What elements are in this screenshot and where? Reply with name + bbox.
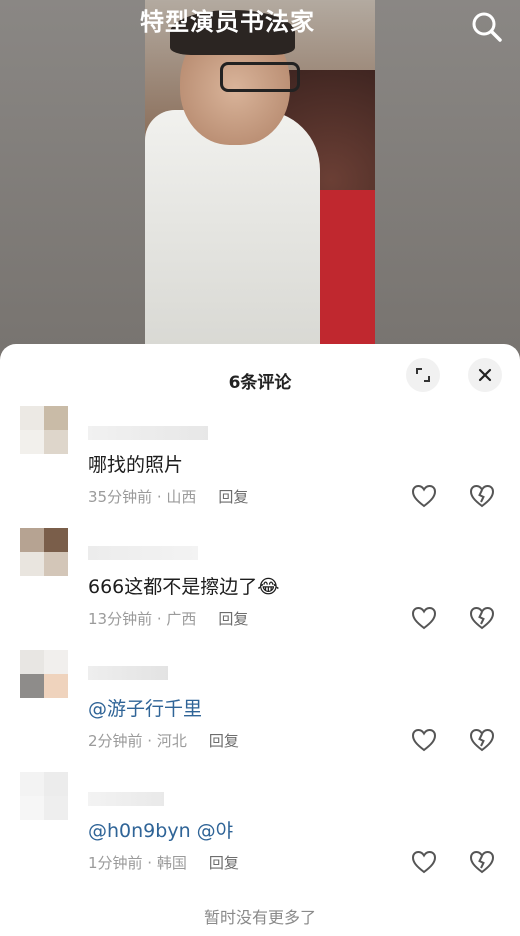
heart-icon xyxy=(411,606,437,630)
close-button[interactable] xyxy=(468,358,502,392)
username-blurred[interactable] xyxy=(88,666,168,680)
dislike-button[interactable] xyxy=(468,604,496,632)
glasses xyxy=(220,62,300,92)
avatar[interactable] xyxy=(20,772,68,820)
video-title-text: 特型演员书法家 xyxy=(140,8,315,36)
heart-icon xyxy=(411,484,437,508)
expand-icon xyxy=(416,368,430,382)
comment-count-title: 6条评论 xyxy=(228,373,292,393)
comment-item: @h0n9byn @야 1分钟前 · 韩国 回复 xyxy=(0,772,520,894)
search-icon[interactable] xyxy=(468,8,506,46)
like-button[interactable] xyxy=(410,604,438,632)
like-button[interactable] xyxy=(410,482,438,510)
reply-button[interactable]: 回复 xyxy=(209,732,239,750)
comment-item: 666这都不是擦边了😂 13分钟前 · 广西 回复 xyxy=(0,528,520,650)
like-button[interactable] xyxy=(410,848,438,876)
broken-heart-icon xyxy=(469,728,495,752)
close-icon xyxy=(478,368,492,382)
reply-button[interactable]: 回复 xyxy=(218,488,248,506)
like-button[interactable] xyxy=(410,726,438,754)
comment-text[interactable]: @h0n9byn @야 xyxy=(88,816,233,843)
avatar[interactable] xyxy=(20,406,68,454)
username-blurred[interactable] xyxy=(88,546,198,560)
reply-button[interactable]: 回复 xyxy=(218,610,248,628)
video-frame[interactable] xyxy=(145,0,375,345)
no-more-comments-note: 暂时没有更多了 xyxy=(203,908,316,927)
comment-time-location: 2分钟前 · 河北 xyxy=(88,732,187,750)
broken-heart-icon xyxy=(469,484,495,508)
username-blurred[interactable] xyxy=(88,792,164,806)
broken-heart-icon xyxy=(469,606,495,630)
person-shirt xyxy=(145,110,320,345)
reply-button[interactable]: 回复 xyxy=(209,854,239,872)
comment-text: 666这都不是擦边了😂 xyxy=(88,576,280,598)
comment-time-location: 13分钟前 · 广西 xyxy=(88,610,197,628)
red-cushion xyxy=(315,190,375,345)
comment-meta: 2分钟前 · 河北 回复 xyxy=(88,730,239,751)
comment-time-location: 1分钟前 · 韩国 xyxy=(88,854,187,872)
comment-time-location: 35分钟前 · 山西 xyxy=(88,488,197,506)
comment-meta: 1分钟前 · 韩国 回复 xyxy=(88,852,239,873)
dislike-button[interactable] xyxy=(468,482,496,510)
heart-icon xyxy=(411,850,437,874)
username-blurred[interactable] xyxy=(88,426,208,440)
comment-item: @游子行千里 2分钟前 · 河北 回复 xyxy=(0,650,520,772)
comment-sheet: 6条评论 哪找的照片 35分钟前 · 山西 回复 666这都不是擦边了😂 13分… xyxy=(0,344,520,936)
dislike-button[interactable] xyxy=(468,726,496,754)
comment-meta: 13分钟前 · 广西 回复 xyxy=(88,608,248,629)
video-background: 特型演员书法家 xyxy=(0,0,520,370)
heart-icon xyxy=(411,728,437,752)
avatar[interactable] xyxy=(20,650,68,698)
broken-heart-icon xyxy=(469,850,495,874)
comment-meta: 35分钟前 · 山西 回复 xyxy=(88,486,248,507)
dislike-button[interactable] xyxy=(468,848,496,876)
comment-text: 哪找的照片 xyxy=(88,454,184,476)
comment-item: 哪找的照片 35分钟前 · 山西 回复 xyxy=(0,406,520,528)
comment-text[interactable]: @游子行千里 xyxy=(88,694,202,721)
avatar[interactable] xyxy=(20,528,68,576)
expand-button[interactable] xyxy=(406,358,440,392)
